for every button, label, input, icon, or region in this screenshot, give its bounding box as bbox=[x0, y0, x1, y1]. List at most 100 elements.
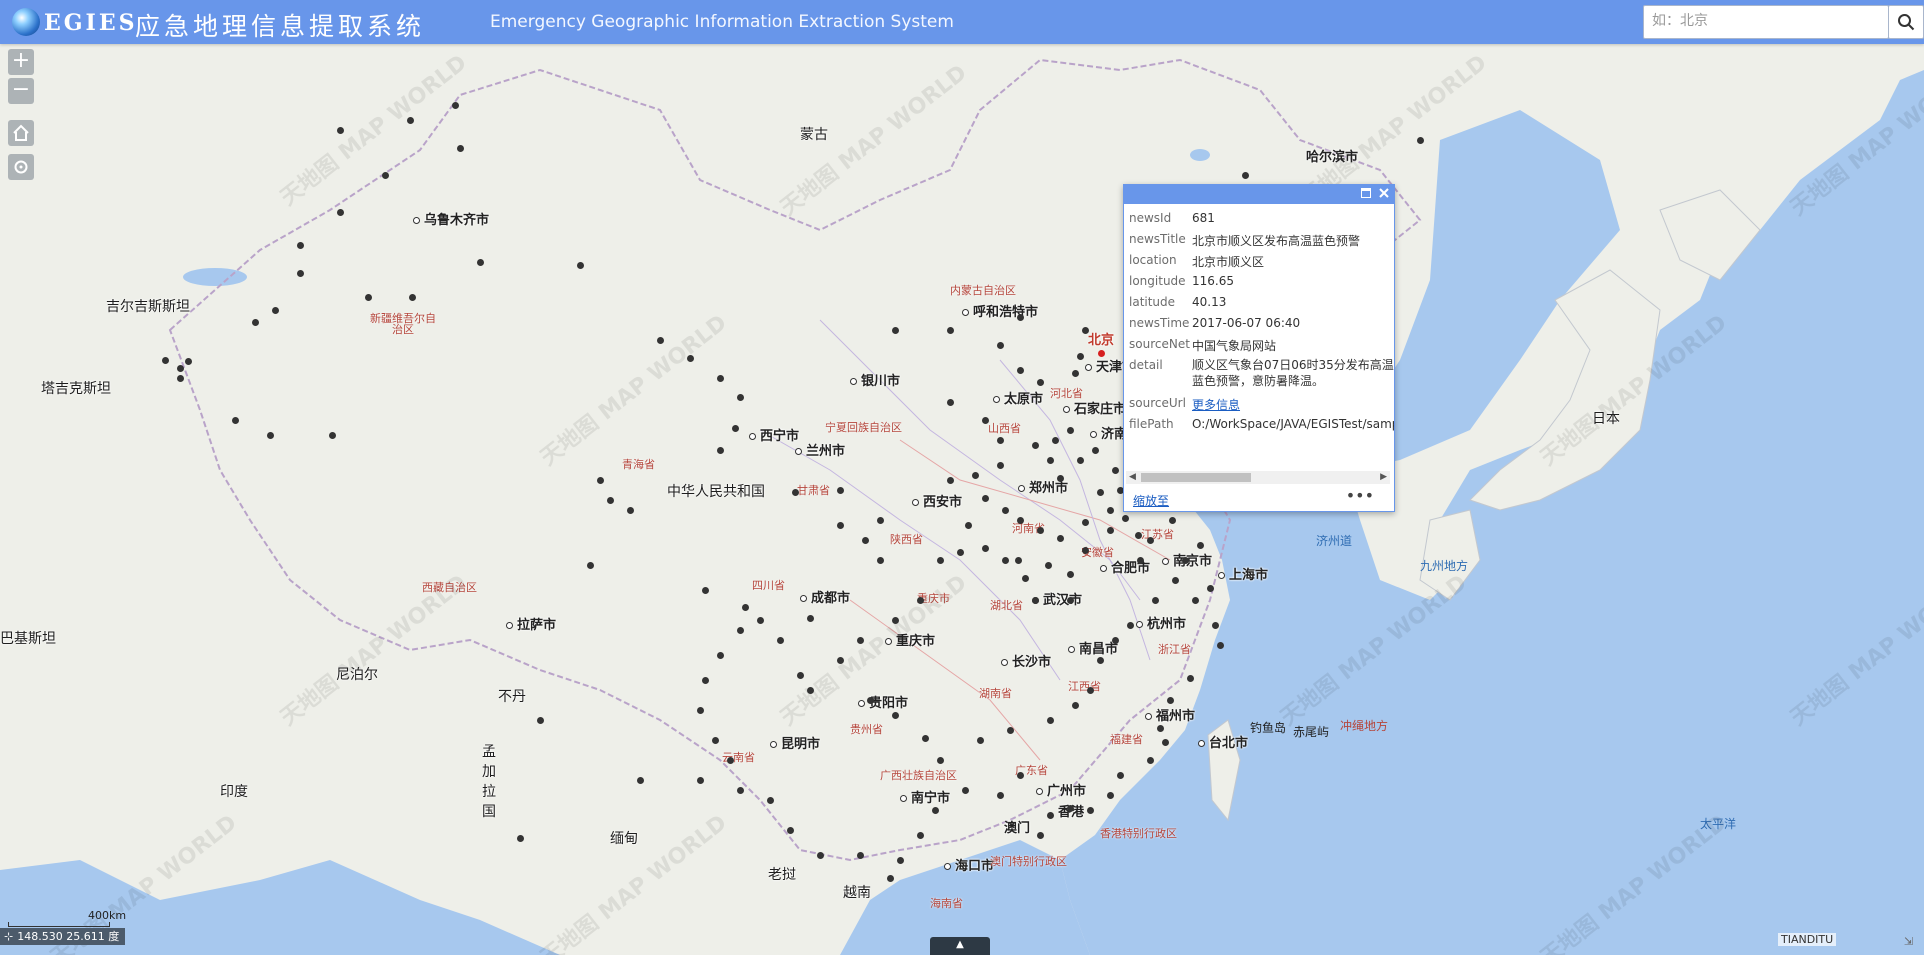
event-point-marker[interactable] bbox=[1066, 804, 1074, 812]
event-point-marker[interactable] bbox=[176, 374, 184, 382]
search-input[interactable] bbox=[1644, 6, 1880, 36]
map-canvas[interactable]: 蒙古 中华人民共和国 吉尔吉斯斯坦 塔吉克斯坦 巴基斯坦 尼泊尔 不丹 印度 孟… bbox=[0, 0, 1924, 955]
event-point-marker[interactable] bbox=[476, 258, 484, 266]
locate-button[interactable] bbox=[8, 154, 34, 180]
zoom-to-link[interactable]: 缩放至 bbox=[1133, 492, 1169, 509]
event-point-marker[interactable] bbox=[1001, 506, 1009, 514]
event-point-marker[interactable] bbox=[896, 856, 904, 864]
more-info-link[interactable]: 更多信息 bbox=[1192, 396, 1240, 413]
event-point-marker[interactable] bbox=[736, 786, 744, 794]
scroll-left-arrow-icon[interactable]: ◀ bbox=[1129, 471, 1136, 484]
event-point-marker[interactable] bbox=[161, 356, 169, 364]
event-point-marker[interactable] bbox=[656, 336, 664, 344]
event-point-marker[interactable] bbox=[1146, 756, 1154, 764]
event-point-marker[interactable] bbox=[921, 734, 929, 742]
event-point-marker[interactable] bbox=[1216, 641, 1224, 649]
event-point-marker[interactable] bbox=[1014, 556, 1022, 564]
event-point-marker[interactable] bbox=[816, 851, 824, 859]
event-point-marker[interactable] bbox=[1151, 596, 1159, 604]
event-point-marker[interactable] bbox=[1106, 526, 1114, 534]
event-point-marker[interactable] bbox=[328, 431, 336, 439]
event-point-marker[interactable] bbox=[381, 171, 389, 179]
event-point-marker[interactable] bbox=[1206, 584, 1214, 592]
event-point-marker[interactable] bbox=[686, 354, 694, 362]
event-point-marker[interactable] bbox=[1031, 596, 1039, 604]
event-point-marker[interactable] bbox=[336, 126, 344, 134]
event-point-marker[interactable] bbox=[1044, 561, 1052, 569]
event-point-marker[interactable] bbox=[876, 556, 884, 564]
event-point-marker[interactable] bbox=[996, 461, 1004, 469]
event-point-marker[interactable] bbox=[756, 616, 764, 624]
event-point-marker[interactable] bbox=[1126, 621, 1134, 629]
event-point-marker[interactable] bbox=[336, 208, 344, 216]
event-point-marker[interactable] bbox=[1111, 466, 1119, 474]
event-point-marker[interactable] bbox=[731, 424, 739, 432]
event-point-marker[interactable] bbox=[996, 341, 1004, 349]
event-point-marker[interactable] bbox=[861, 536, 869, 544]
event-point-marker[interactable] bbox=[936, 556, 944, 564]
event-point-marker[interactable] bbox=[271, 306, 279, 314]
event-point-marker[interactable] bbox=[1081, 518, 1089, 526]
event-point-marker[interactable] bbox=[1016, 313, 1024, 321]
event-point-marker[interactable] bbox=[1106, 506, 1114, 514]
event-point-marker[interactable] bbox=[806, 686, 814, 694]
event-point-marker[interactable] bbox=[1066, 426, 1074, 434]
event-point-marker[interactable] bbox=[976, 736, 984, 744]
event-point-marker[interactable] bbox=[1134, 531, 1142, 539]
event-point-marker[interactable] bbox=[1111, 636, 1119, 644]
event-point-marker[interactable] bbox=[1181, 556, 1189, 564]
event-point-marker[interactable] bbox=[1116, 771, 1124, 779]
event-point-marker[interactable] bbox=[796, 671, 804, 679]
event-point-marker[interactable] bbox=[1121, 514, 1129, 522]
event-point-marker[interactable] bbox=[946, 398, 954, 406]
event-point-marker[interactable] bbox=[916, 831, 924, 839]
event-point-marker[interactable] bbox=[996, 791, 1004, 799]
event-point-marker[interactable] bbox=[726, 756, 734, 764]
event-point-marker[interactable] bbox=[996, 436, 1004, 444]
event-point-marker[interactable] bbox=[1416, 136, 1424, 144]
event-point-marker[interactable] bbox=[1066, 596, 1074, 604]
event-point-marker[interactable] bbox=[786, 826, 794, 834]
event-point-marker[interactable] bbox=[1168, 516, 1176, 524]
event-point-marker[interactable] bbox=[946, 476, 954, 484]
event-point-marker[interactable] bbox=[176, 364, 184, 372]
event-point-marker[interactable] bbox=[891, 711, 899, 719]
event-point-marker[interactable] bbox=[456, 144, 464, 152]
event-point-marker[interactable] bbox=[856, 851, 864, 859]
event-point-marker[interactable] bbox=[1076, 352, 1084, 360]
event-point-marker[interactable] bbox=[1021, 574, 1029, 582]
event-point-marker[interactable] bbox=[251, 318, 259, 326]
event-point-marker[interactable] bbox=[961, 786, 969, 794]
event-point-marker[interactable] bbox=[936, 756, 944, 764]
event-point-marker[interactable] bbox=[626, 506, 634, 514]
event-point-marker[interactable] bbox=[886, 874, 894, 882]
close-icon[interactable] bbox=[1377, 188, 1390, 201]
event-point-marker[interactable] bbox=[1081, 546, 1089, 554]
event-point-marker[interactable] bbox=[1006, 726, 1014, 734]
event-point-marker[interactable] bbox=[1086, 806, 1094, 814]
event-point-marker[interactable] bbox=[1046, 716, 1054, 724]
event-point-marker[interactable] bbox=[536, 716, 544, 724]
event-point-marker[interactable] bbox=[1046, 811, 1054, 819]
event-point-marker[interactable] bbox=[1016, 771, 1024, 779]
event-point-marker[interactable] bbox=[716, 374, 724, 382]
event-point-marker[interactable] bbox=[1166, 696, 1174, 704]
event-point-marker[interactable] bbox=[916, 596, 924, 604]
event-point-marker[interactable] bbox=[1196, 541, 1204, 549]
event-point-marker[interactable] bbox=[576, 261, 584, 269]
event-point-marker[interactable] bbox=[1136, 556, 1144, 564]
event-point-marker[interactable] bbox=[791, 488, 799, 496]
event-point-marker[interactable] bbox=[696, 706, 704, 714]
event-point-marker[interactable] bbox=[296, 241, 304, 249]
event-point-marker[interactable] bbox=[716, 446, 724, 454]
event-point-marker[interactable] bbox=[891, 326, 899, 334]
event-point-marker[interactable] bbox=[636, 776, 644, 784]
more-options-button[interactable]: ••• bbox=[1346, 486, 1374, 505]
event-point-marker[interactable] bbox=[836, 656, 844, 664]
event-point-marker[interactable] bbox=[1016, 516, 1024, 524]
scroll-right-arrow-icon[interactable]: ▶ bbox=[1380, 471, 1387, 484]
event-point-marker[interactable] bbox=[406, 116, 414, 124]
event-point-marker[interactable] bbox=[1001, 556, 1009, 564]
event-point-marker[interactable] bbox=[1096, 488, 1104, 496]
event-point-marker[interactable] bbox=[1036, 831, 1044, 839]
